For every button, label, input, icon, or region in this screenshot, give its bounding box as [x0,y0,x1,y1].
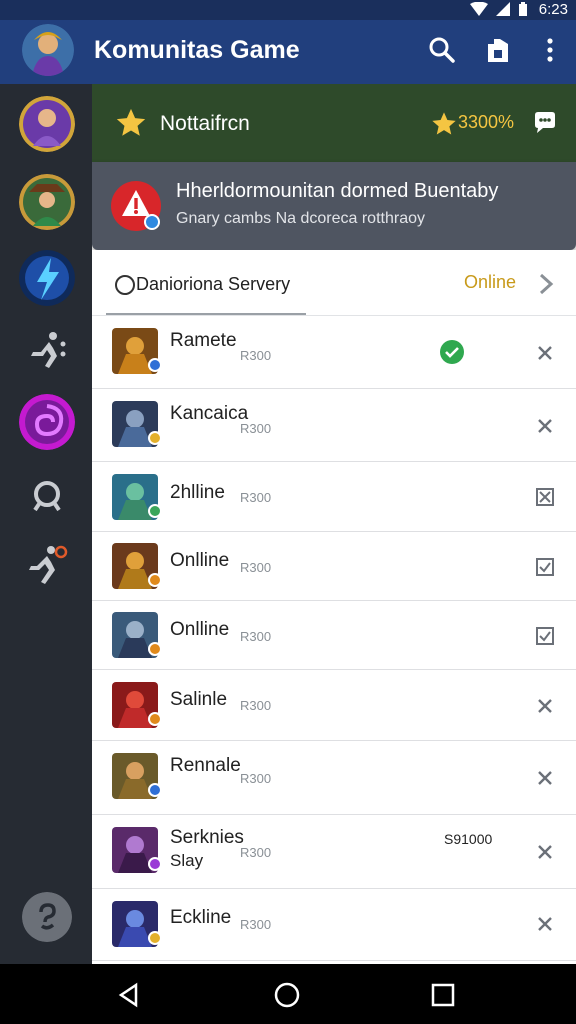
player-badge [148,642,162,656]
alert-subtitle: Gnary cambs Na dcoreca rotthraoy [176,210,425,227]
player-score: R300 [240,560,272,575]
sprint-icon[interactable] [19,536,75,592]
list-item[interactable]: Ramete R300 [92,316,576,389]
player-score: R300 [240,629,272,644]
player-name: Serknies [170,827,244,848]
player-badge [148,573,162,587]
status-icons [470,2,528,16]
server-row[interactable]: Danioriona Servery Online [92,250,576,316]
player-points: S91000 [444,831,493,847]
list-item[interactable]: Serknies Slay R300 S91000 [92,815,576,889]
player-badge [148,857,162,871]
list-item[interactable]: Rennale R300 [92,741,576,815]
alert-title: Hherldormounitan dormed Buentaby [176,180,499,202]
battery-icon [519,2,527,16]
home-icon[interactable] [274,982,300,1008]
player-name: Eckline [170,907,232,928]
more-vert-icon[interactable] [536,36,564,64]
list-item[interactable]: Eckline R300 [92,889,576,961]
close-icon[interactable] [536,915,554,933]
close-icon[interactable] [536,417,554,435]
player-list: Ramete R300 Kancaica R300 2hlline R300 O… [92,316,576,961]
hunter-avatar[interactable] [19,174,75,230]
player-badge [148,504,162,518]
close-icon[interactable] [536,344,554,362]
player-score: R300 [240,421,272,436]
vortex-icon[interactable] [19,394,75,450]
player-badge [148,431,162,445]
server-status: Online [464,272,517,292]
wifi-icon [470,2,488,16]
list-item[interactable]: Salinle R300 [92,670,576,741]
player-badge [148,712,162,726]
points-star-icon [432,112,456,135]
player-badge [148,783,162,797]
close-icon[interactable] [536,697,554,715]
chat-icon[interactable] [532,110,558,136]
list-item[interactable]: Kancaica R300 [92,389,576,462]
player-name: Onlline [170,619,230,640]
player-name: Kancaica [170,403,249,424]
player-name: 2hlline [170,482,225,503]
notification-bar: Nottaifrcn 3300% [92,84,576,162]
close-icon[interactable] [536,769,554,787]
warning-icon [111,181,161,231]
player-name: Onlline [170,550,230,571]
player-score: R300 [240,490,272,505]
help-icon[interactable] [22,892,72,942]
search-icon[interactable] [19,468,75,524]
remove-box-icon[interactable] [536,488,554,506]
player-score: R300 [240,917,272,932]
checkbox-icon[interactable] [536,558,554,576]
server-name: Danioriona Servery [136,274,291,294]
list-item[interactable]: Onlline R300 [92,532,576,601]
check-icon[interactable] [440,340,464,364]
player-score: R300 [240,698,272,713]
chevron-right-icon[interactable] [538,272,554,296]
player-score: R300 [240,348,272,363]
list-item[interactable]: 2hlline R300 [92,462,576,532]
back-icon[interactable] [116,982,142,1008]
player-badge [148,931,162,945]
player-name: Salinle [170,689,228,710]
app-title: Komunitas Game [94,36,300,64]
notification-label: Nottaifrcn [160,112,250,135]
close-icon[interactable] [536,843,554,861]
server-status-icon [115,275,135,295]
points-value: 3300% [458,112,515,132]
search-icon[interactable] [428,36,456,64]
star-icon [116,108,146,136]
runner-icon[interactable] [19,322,75,378]
checkbox-icon[interactable] [536,627,554,645]
server-tab-indicator [106,313,306,315]
main-content: Nottaifrcn 3300% Hherldormounitan dormed… [92,84,576,964]
status-bar: 6:23 [0,0,576,20]
player-badge [148,358,162,372]
player-name: Rennale [170,755,241,776]
player-score: R300 [240,771,272,786]
player-subname: Slay [170,851,204,870]
alert-card[interactable]: Hherldormounitan dormed Buentaby Gnary c… [92,162,576,250]
profile-avatar[interactable] [22,24,74,76]
player-name: Ramete [170,330,237,351]
system-nav-bar [0,964,576,1024]
app-bar: Komunitas Game [0,20,576,84]
clock: 6:23 [538,1,568,18]
signal-icon [496,2,510,16]
hero-avatar[interactable] [19,96,75,152]
list-item[interactable]: Onlline R300 [92,601,576,670]
side-rail [0,84,92,964]
store-icon[interactable] [484,36,512,64]
lightning-icon[interactable] [19,250,75,306]
player-score: R300 [240,845,272,860]
recents-icon[interactable] [430,982,456,1008]
